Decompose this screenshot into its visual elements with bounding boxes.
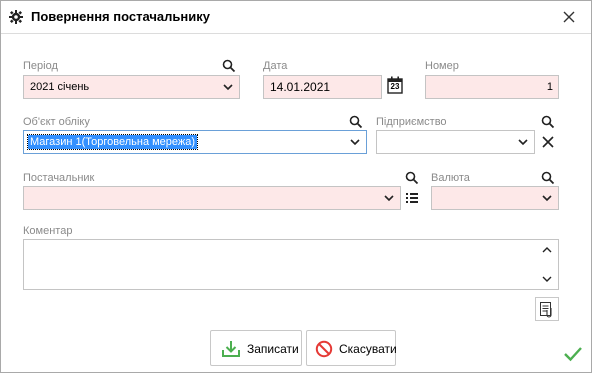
currency-label: Валюта <box>431 172 470 184</box>
calendar-icon[interactable]: 23 <box>387 76 403 94</box>
chevron-down-icon <box>542 195 552 202</box>
account-object-search-icon[interactable] <box>349 115 363 129</box>
supplier-select[interactable] <box>23 186 401 210</box>
cancel-icon <box>315 340 333 358</box>
period-label: Період <box>23 60 58 72</box>
cancel-button[interactable]: Скасувати <box>306 330 397 366</box>
enterprise-label: Підприємство <box>376 116 447 128</box>
attachment-button[interactable] <box>535 297 559 321</box>
gear-icon <box>9 10 23 24</box>
enterprise-search-icon[interactable] <box>541 115 555 129</box>
number-field[interactable]: 1 <box>425 75 559 99</box>
save-button[interactable]: Записати <box>210 330 302 366</box>
chevron-down-icon <box>384 195 394 202</box>
supplier-search-icon[interactable] <box>405 171 419 185</box>
period-value: 2021 січень <box>30 81 90 93</box>
date-label: Дата <box>263 60 288 72</box>
comment-label: Коментар <box>23 225 73 237</box>
currency-select[interactable] <box>431 186 559 210</box>
title-bar: Повернення постачальнику <box>1 1 591 34</box>
close-icon[interactable] <box>557 5 581 29</box>
cancel-button-label: Скасувати <box>339 342 397 356</box>
supplier-label: Постачальник <box>23 172 95 184</box>
currency-search-icon[interactable] <box>541 171 555 185</box>
comment-textarea[interactable] <box>23 239 559 290</box>
clear-icon[interactable] <box>541 135 555 149</box>
download-icon <box>222 341 240 357</box>
account-object-value: Магазин 1(Торговельна мережа) <box>26 134 199 150</box>
list-icon[interactable] <box>405 191 419 205</box>
period-select[interactable]: 2021 січень <box>23 75 240 99</box>
number-label: Номер <box>425 60 459 72</box>
number-value: 1 <box>546 81 553 93</box>
account-object-label: Об'єкт обліку <box>23 116 90 128</box>
dialog-window: Повернення постачальнику Період 2021 січ… <box>0 0 592 373</box>
period-search-icon[interactable] <box>222 59 236 73</box>
date-field[interactable]: 14.01.2021 <box>263 75 382 99</box>
chevron-down-icon <box>518 139 528 146</box>
save-button-label: Записати <box>247 342 299 356</box>
account-object-select[interactable]: Магазин 1(Торговельна мережа) <box>23 130 367 154</box>
chevron-down-icon <box>350 139 360 146</box>
attachment-icon <box>540 302 552 318</box>
scroll-down-icon[interactable] <box>542 275 552 283</box>
checkmark-icon[interactable] <box>563 345 583 363</box>
chevron-down-icon <box>223 84 233 91</box>
calendar-day: 23 <box>390 82 400 91</box>
date-value: 14.01.2021 <box>270 80 331 94</box>
scroll-up-icon[interactable] <box>542 246 552 254</box>
dialog-title: Повернення постачальнику <box>31 9 210 24</box>
enterprise-select[interactable] <box>376 130 535 154</box>
